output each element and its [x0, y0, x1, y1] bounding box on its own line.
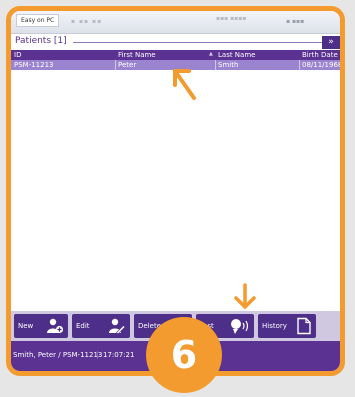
new-button[interactable]: New — [14, 314, 68, 338]
arrow-up-icon — [173, 69, 196, 100]
step-number-badge: 6 — [146, 317, 222, 393]
cell-id: PSM-11213 — [14, 61, 54, 69]
document-icon — [297, 317, 311, 335]
app-tab[interactable]: Easy on PC — [16, 14, 60, 27]
column-divider — [115, 60, 116, 70]
titlebar-blurred-text: ▪ ▪▪ ▪▪ — [71, 18, 103, 25]
patients-section-title: Patients [1] — [15, 36, 67, 46]
clock-time: 17:07:21 — [97, 351, 134, 359]
column-header-first-name[interactable]: First Name — [118, 51, 156, 59]
sort-asc-icon: ▲ — [209, 51, 213, 57]
edit-button-label: Edit — [76, 322, 90, 330]
cell-first-name: Peter — [118, 61, 137, 69]
arrow-down-icon — [234, 283, 256, 309]
history-button[interactable]: History — [258, 314, 316, 338]
test-speaker-icon — [231, 319, 249, 334]
window-titlebar: Easy on PC ▪ ▪▪ ▪▪ ▪▪▪ ▪▪▪▪ ▪ ▪▪▪ — [11, 11, 340, 34]
titlebar-blurred-text: ▪ ▪▪▪ — [286, 18, 305, 25]
new-button-label: New — [18, 322, 34, 330]
column-divider — [299, 60, 300, 70]
edit-button[interactable]: Edit — [72, 314, 130, 338]
column-header-birth-date[interactable]: Birth Date — [302, 51, 338, 59]
section-divider — [73, 42, 323, 43]
column-header-id[interactable]: ID — [14, 51, 21, 59]
cell-last-name: Smith — [218, 61, 239, 69]
history-button-label: History — [262, 322, 287, 330]
cell-birth-date: 08/11/1968 — [302, 61, 343, 69]
expand-button[interactable]: » — [322, 36, 340, 49]
add-user-icon — [47, 318, 64, 334]
edit-user-icon — [109, 318, 126, 335]
column-divider — [215, 60, 216, 70]
column-header-last-name[interactable]: Last Name — [218, 51, 255, 59]
patients-table-header: ID First Name ▲ Last Name Birth Date — [11, 50, 340, 60]
current-patient-label: Smith, Peter / PSM-11213 — [13, 351, 103, 359]
titlebar-blurred-text: ▪▪▪ ▪▪▪▪ — [216, 15, 247, 22]
